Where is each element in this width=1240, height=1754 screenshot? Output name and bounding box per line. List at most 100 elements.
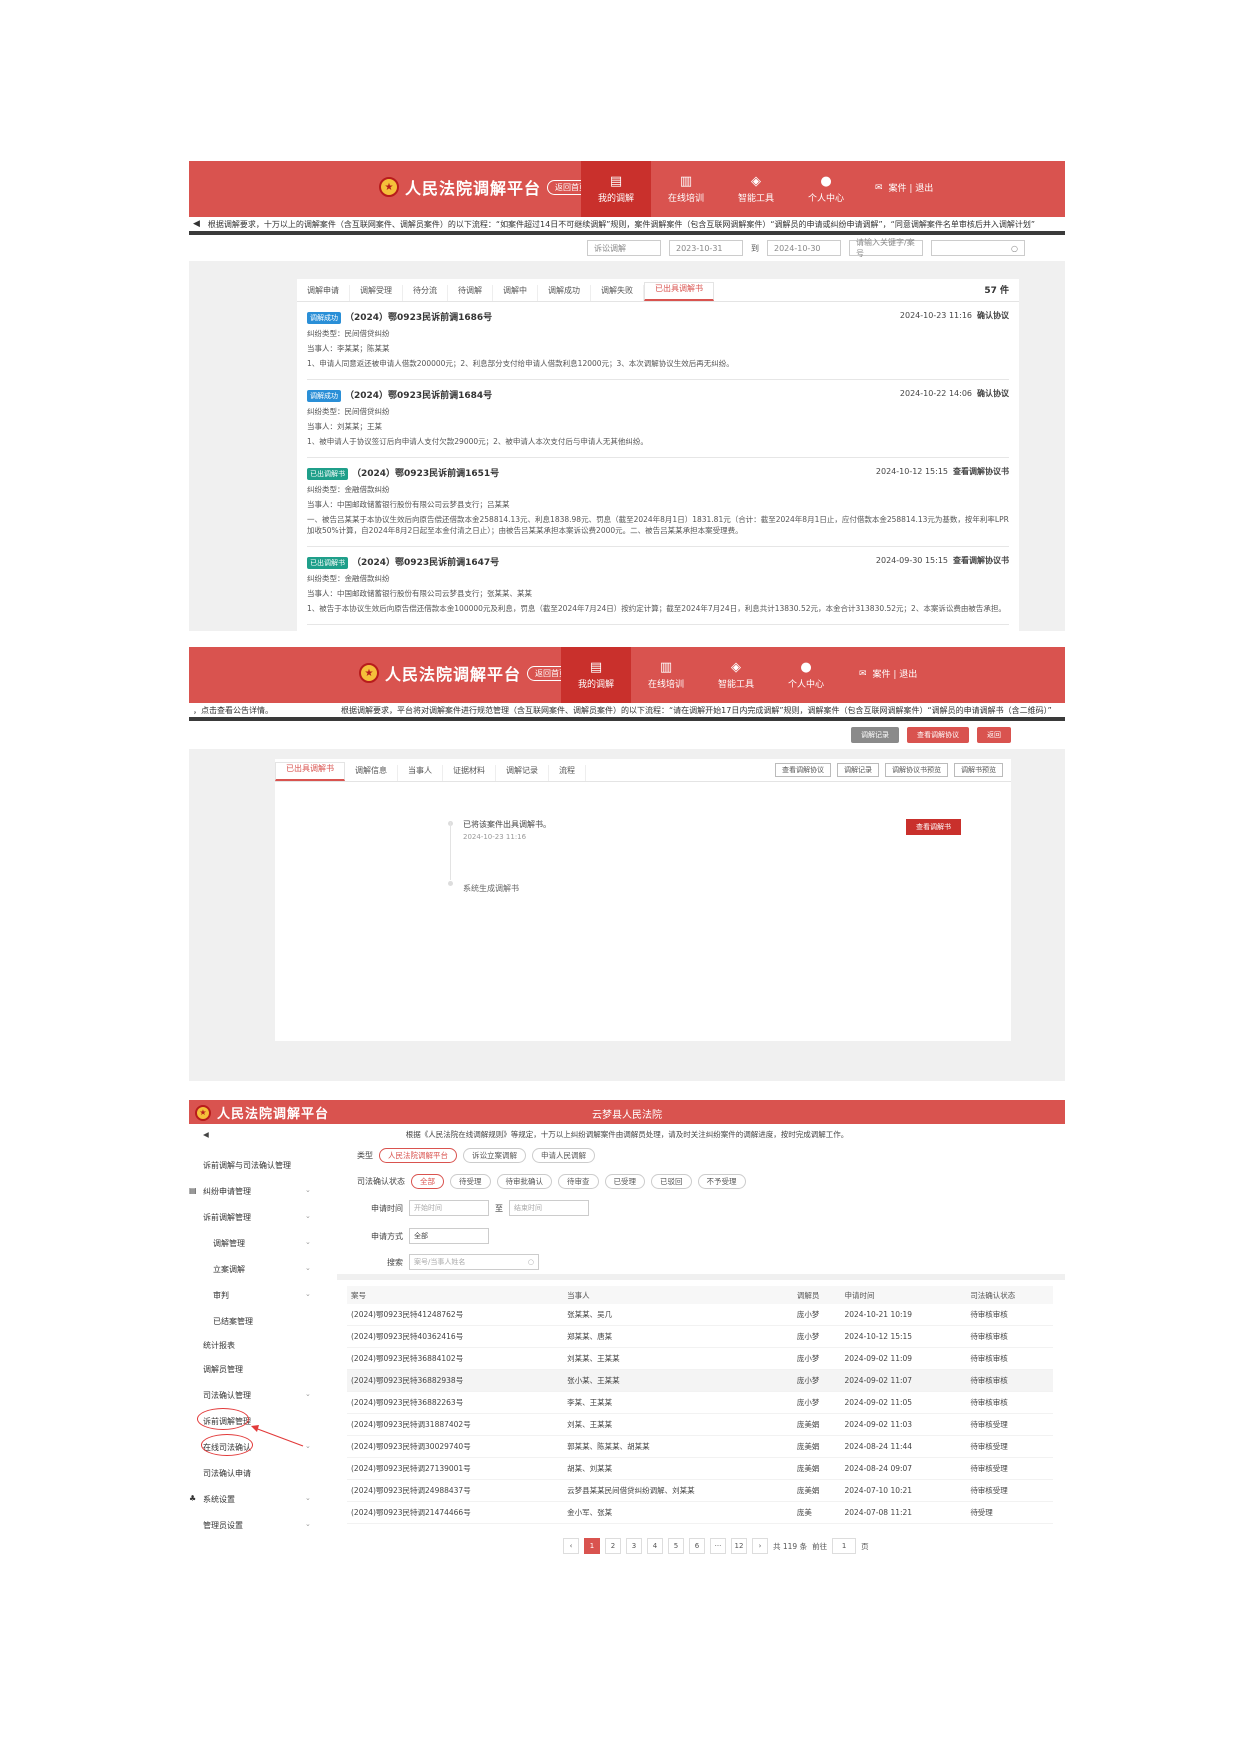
page-button[interactable]: 12 — [731, 1538, 747, 1554]
sidebar-item[interactable]: 诉前调解管理 — [203, 1212, 251, 1223]
nav-item[interactable]: ● 个人中心 — [771, 647, 841, 703]
nav-item[interactable]: ▥ 在线培训 — [651, 161, 721, 217]
nav-item[interactable]: ● 个人中心 — [791, 161, 861, 217]
type-chip[interactable]: 申请人民调解 — [532, 1148, 595, 1163]
chevron-down-icon[interactable]: ⌄ — [305, 1442, 311, 1450]
case-number[interactable]: （2024）鄂0923民诉前调1684号 — [345, 391, 492, 401]
action-button[interactable]: 查看调解协议 — [907, 727, 969, 743]
chevron-down-icon[interactable]: ⌄ — [305, 1290, 311, 1298]
chevron-down-icon[interactable]: ⌄ — [305, 1390, 311, 1398]
chevron-down-icon[interactable]: ⌄ — [305, 1186, 311, 1194]
user-links-text[interactable]: 案件 | 退出 — [873, 667, 918, 680]
status-tab[interactable]: 调解申请 — [297, 285, 350, 301]
tool-button[interactable]: 调解协议书预览 — [885, 763, 948, 777]
sidebar-item[interactable]: 立案调解 — [213, 1264, 245, 1275]
search-icon[interactable]: ○ — [1011, 244, 1018, 253]
status-tab[interactable]: 待调解 — [448, 285, 493, 301]
type-select[interactable]: 诉讼调解 — [587, 240, 661, 256]
chevron-down-icon[interactable]: ⌄ — [305, 1494, 311, 1502]
page-button[interactable]: 3 — [626, 1538, 642, 1554]
case-number[interactable]: （2024）鄂0923民诉前调1647号 — [352, 558, 499, 568]
nav-item[interactable]: ▤ 我的调解 — [561, 647, 631, 703]
case-item[interactable]: 已出调解书 （2024）鄂0923民诉前调1651号 2024-10-12 15:1… — [307, 458, 1009, 547]
end-date-input[interactable]: 结束时间 — [509, 1200, 589, 1216]
chevron-down-icon[interactable]: ⌄ — [305, 1264, 311, 1272]
table-row[interactable]: (2024)鄂0923民特调30029740号 郭某某、陈某某、胡某某 庞美娟 202… — [347, 1435, 1053, 1458]
type-chip[interactable]: 人民法院调解平台 — [379, 1148, 457, 1163]
tool-button[interactable]: 调解记录 — [837, 763, 879, 777]
case-number[interactable]: （2024）鄂0923民诉前调1651号 — [352, 469, 499, 479]
detail-tab[interactable]: 已出具调解书 — [275, 762, 345, 781]
sidebar-item[interactable]: 系统设置 — [203, 1494, 235, 1505]
platform-logo[interactable]: ★ 人民法院调解平台 返回首页 — [359, 661, 576, 685]
nav-item[interactable]: ◈ 智能工具 — [721, 161, 791, 217]
date-to-input[interactable]: 2024-10-30 — [767, 240, 841, 256]
sidebar-item[interactable]: 司法确认申请 — [203, 1468, 251, 1479]
table-row[interactable]: (2024)鄂0923民特调21474466号 金小军、张某 庞美 2024-07-0… — [347, 1501, 1053, 1524]
search-icon[interactable]: ○ — [528, 1258, 534, 1266]
sidebar-item[interactable]: 统计报表 — [203, 1340, 235, 1351]
chevron-down-icon[interactable]: ⌄ — [305, 1238, 311, 1246]
case-action-link[interactable]: 确认协议 — [977, 389, 1009, 398]
search-input[interactable]: 案号/当事人姓名 ○ — [409, 1254, 539, 1270]
user-links-text[interactable]: 案件 | 退出 — [889, 181, 934, 194]
sidebar-item[interactable]: 已结案管理 — [213, 1316, 253, 1327]
table-row[interactable]: (2024)鄂0923民特调27139001号 胡某、刘某某 庞美娟 2024-08-… — [347, 1457, 1053, 1480]
detail-tab[interactable]: 当事人 — [398, 765, 443, 781]
page-button[interactable]: ··· — [710, 1538, 726, 1554]
sidebar-item[interactable]: 调解员管理 — [203, 1364, 243, 1375]
sidebar-item[interactable]: 纠纷申请管理 — [203, 1186, 251, 1197]
page-button[interactable]: 2 — [605, 1538, 621, 1554]
date-from-input[interactable]: 2023-10-31 — [669, 240, 743, 256]
table-row[interactable]: (2024)鄂0923民特36882938号 张小某、王某某 庞小梦 2024-09-… — [347, 1369, 1053, 1392]
status-tab[interactable]: 调解受理 — [350, 285, 403, 301]
action-button[interactable]: 调解记录 — [851, 727, 899, 743]
sidebar-item[interactable]: 调解管理 — [213, 1238, 245, 1249]
search-input[interactable]: ○ — [931, 240, 1025, 256]
table-row[interactable]: (2024)鄂0923民特40362416号 郑某某、唐某 庞小梦 2024-10-1… — [347, 1325, 1053, 1348]
status-chip[interactable]: 待审查 — [558, 1174, 599, 1189]
page-button[interactable]: 6 — [689, 1538, 705, 1554]
start-date-input[interactable]: 开始时间 — [409, 1200, 489, 1216]
case-item[interactable]: 已出调解书 （2024）鄂0923民诉前调1647号 2024-09-30 15:1… — [307, 547, 1009, 625]
status-tab[interactable]: 已出具调解书 — [644, 282, 714, 301]
case-action-link[interactable]: 查看调解协议书 — [953, 467, 1009, 476]
status-chip[interactable]: 不予受理 — [697, 1174, 746, 1189]
page-button[interactable]: 5 — [668, 1538, 684, 1554]
tool-button[interactable]: 调解书预览 — [954, 763, 1003, 777]
status-tab[interactable]: 待分流 — [403, 285, 448, 301]
status-tab[interactable]: 调解成功 — [538, 285, 591, 301]
status-tab[interactable]: 调解中 — [493, 285, 538, 301]
action-button[interactable]: 返回 — [977, 727, 1011, 743]
status-chip[interactable]: 已驳回 — [651, 1174, 692, 1189]
tool-button[interactable]: 查看调解协议 — [775, 763, 831, 777]
status-chip[interactable]: 待受理 — [450, 1174, 491, 1189]
keyword-select[interactable]: 请输入关键字/案号 — [849, 238, 923, 258]
platform-logo[interactable]: ★ 人民法院调解平台 返回首页 — [379, 175, 596, 199]
table-row[interactable]: (2024)鄂0923民特调31887402号 刘某、王某某 庞美娟 2024-09-… — [347, 1413, 1053, 1436]
detail-tab[interactable]: 调解信息 — [345, 765, 398, 781]
table-row[interactable]: (2024)鄂0923民特调24988437号 云梦县某某民间借贷纠纷调解、刘某某… — [347, 1479, 1053, 1502]
sidebar-item[interactable]: 诉前调解与司法确认管理 — [203, 1160, 291, 1171]
view-mediation-doc-button[interactable]: 查看调解书 — [906, 819, 961, 835]
status-chip[interactable]: 已受理 — [604, 1174, 645, 1189]
case-action-link[interactable]: 确认协议 — [977, 311, 1009, 320]
status-chip[interactable]: 全部 — [411, 1174, 444, 1189]
type-chip[interactable]: 诉讼立案调解 — [463, 1148, 526, 1163]
nav-item[interactable]: ▤ 我的调解 — [581, 161, 651, 217]
chevron-down-icon[interactable]: ⌄ — [305, 1520, 311, 1528]
sidebar-item[interactable]: 司法确认管理 — [203, 1390, 251, 1401]
case-item[interactable]: 调解成功 （2024）鄂0923民诉前调1684号 2024-10-22 14:06… — [307, 380, 1009, 458]
table-row[interactable]: (2024)鄂0923民特36884102号 刘某某、王某某 庞小梦 2024-09-… — [347, 1347, 1053, 1370]
user-links[interactable]: ✉ 案件 | 退出 — [875, 181, 934, 195]
chevron-down-icon[interactable]: ⌄ — [305, 1212, 311, 1220]
method-select[interactable]: 全部 — [409, 1228, 489, 1244]
nav-item[interactable]: ◈ 智能工具 — [701, 647, 771, 703]
sidebar-item[interactable]: 管理员设置 — [203, 1520, 243, 1531]
table-row[interactable]: (2024)鄂0923民特41248762号 张某某、吴几 庞小梦 2024-10-2… — [347, 1304, 1053, 1326]
prev-page-button[interactable]: ‹ — [563, 1538, 579, 1554]
status-chip[interactable]: 待审批确认 — [496, 1174, 552, 1189]
table-row[interactable]: (2024)鄂0923民特36882263号 李某、王某某 庞小梦 2024-09-0… — [347, 1391, 1053, 1414]
status-tab[interactable]: 调解失败 — [591, 285, 644, 301]
next-page-button[interactable]: › — [752, 1538, 768, 1554]
